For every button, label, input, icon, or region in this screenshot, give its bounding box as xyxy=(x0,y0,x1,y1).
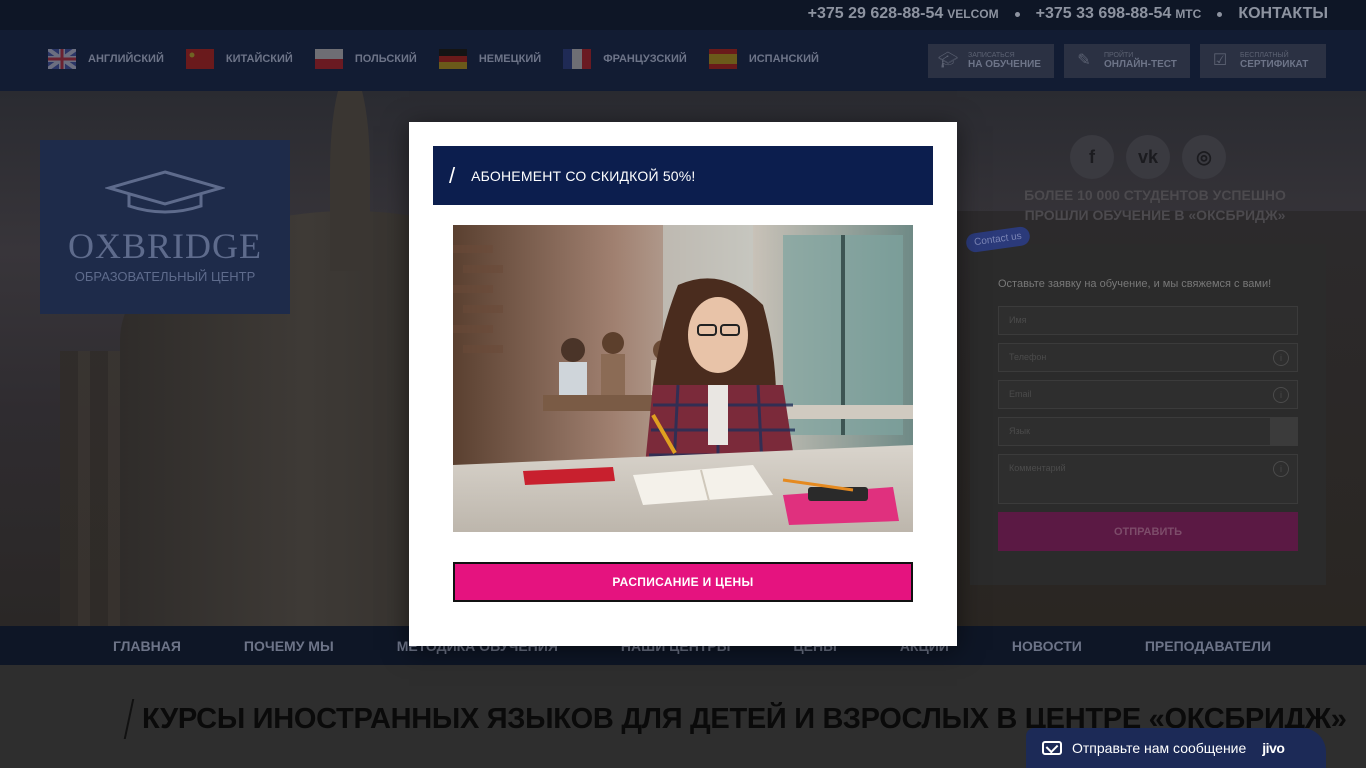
contact-form: Contact us Оставьте заявку на обучение, … xyxy=(964,225,1326,585)
calendar-check-icon: ☑ xyxy=(1212,52,1228,69)
lang-chinese[interactable]: КИТАЙСКИЙ xyxy=(185,49,293,69)
promo-image xyxy=(453,225,913,532)
nav-home[interactable]: ГЛАВНАЯ xyxy=(113,638,181,654)
france-flag-icon xyxy=(563,49,592,69)
contacts-link[interactable]: КОНТАКТЫ xyxy=(1238,5,1328,23)
lang-english[interactable]: АНГЛИЙСКИЙ xyxy=(48,49,164,69)
instagram-icon[interactable]: ◎ xyxy=(1182,135,1226,179)
germany-flag-icon xyxy=(438,49,467,69)
language-select[interactable]: Язык xyxy=(998,417,1298,446)
nav-teachers[interactable]: ПРЕПОДАВАТЕЛИ xyxy=(1145,638,1271,654)
modal-header: / АБОНЕМЕНТ СО СКИДКОЙ 50%! xyxy=(433,146,933,205)
poland-flag-icon xyxy=(314,49,343,69)
schedule-prices-button[interactable]: РАСПИСАНИЕ И ЦЕНЫ xyxy=(453,562,913,602)
graduation-cap-logo-icon xyxy=(103,170,227,221)
vk-icon[interactable]: vk xyxy=(1126,135,1170,179)
separator-dot xyxy=(1217,11,1223,17)
envelope-icon xyxy=(1042,741,1062,755)
slash-icon: / xyxy=(449,162,456,188)
chevron-down-icon xyxy=(1270,417,1298,446)
student-photo xyxy=(453,225,913,532)
comment-textarea[interactable]: Комментарий i xyxy=(998,454,1298,504)
social-links: f vk ◎ xyxy=(1070,135,1226,179)
hero-background-spire xyxy=(330,91,370,271)
email-input[interactable]: Email i xyxy=(998,380,1298,409)
china-flag-icon xyxy=(185,49,214,69)
students-tagline: БОЛЕЕ 10 000 СТУДЕНТОВ УСПЕШНО ПРОШЛИ ОБ… xyxy=(1024,187,1286,223)
submit-button[interactable]: ОТПРАВИТЬ xyxy=(998,512,1298,551)
lang-french[interactable]: ФРАНЦУЗСКИЙ xyxy=(563,49,687,69)
modal-title: АБОНЕМЕНТ СО СКИДКОЙ 50%! xyxy=(471,167,696,184)
phone-velcom-link[interactable]: +375 29 628-88-54 VELCOM xyxy=(808,5,999,23)
certificate-button[interactable]: ☑ бесплатный СЕРТИФИКАТ xyxy=(1200,44,1326,78)
language-bar: АНГЛИЙСКИЙ КИТАЙСКИЙ ПОЛЬСКИЙ НЕМЕЦКИЙ Ф… xyxy=(0,30,1366,91)
facebook-icon[interactable]: f xyxy=(1070,135,1114,179)
lang-german[interactable]: НЕМЕЦКИЙ xyxy=(438,49,541,69)
chat-message: Отправьте нам сообщение xyxy=(1072,740,1247,756)
form-title: Оставьте заявку на обучение, и мы свяжем… xyxy=(998,278,1272,290)
info-icon: i xyxy=(1273,461,1289,477)
phone-list: +375 29 628-88-54 VELCOM +375 33 698-88-5… xyxy=(808,5,1328,23)
uk-flag-icon xyxy=(48,49,76,69)
lang-polish[interactable]: ПОЛЬСКИЙ xyxy=(314,49,417,69)
phone-mts-link[interactable]: +375 33 698-88-54 МТС xyxy=(1036,5,1202,23)
online-test-button[interactable]: ✎ пройти ОНЛАЙН-ТЕСТ xyxy=(1064,44,1190,78)
chat-widget[interactable]: Отправьте нам сообщение jivo xyxy=(1026,728,1326,768)
info-icon: i xyxy=(1273,350,1289,366)
pencil-square-icon: ✎ xyxy=(1077,52,1091,69)
nav-why-us[interactable]: ПОЧЕМУ МЫ xyxy=(244,638,334,654)
name-input[interactable]: Имя xyxy=(998,306,1298,335)
promo-modal: × / АБОНЕМЕНТ СО СКИДКОЙ 50%! xyxy=(409,122,957,646)
graduation-cap-icon: 🎓︎ xyxy=(938,52,959,69)
title-slash-decoration xyxy=(123,699,135,739)
top-bar: +375 29 628-88-54 VELCOM +375 33 698-88-5… xyxy=(0,0,1366,30)
info-icon: i xyxy=(1273,387,1289,403)
language-list: АНГЛИЙСКИЙ КИТАЙСКИЙ ПОЛЬСКИЙ НЕМЕЦКИЙ Ф… xyxy=(48,49,841,69)
nav-news[interactable]: НОВОСТИ xyxy=(1012,638,1082,654)
lang-spanish[interactable]: ИСПАНСКИЙ xyxy=(708,49,819,69)
enroll-button[interactable]: 🎓︎ записаться НА ОБУЧЕНИЕ xyxy=(928,44,1054,78)
jivo-logo: jivo xyxy=(1262,740,1285,756)
separator-dot xyxy=(1014,11,1020,17)
site-logo[interactable]: OXBRIDGE ОБРАЗОВАТЕЛЬНЫЙ ЦЕНТР xyxy=(40,140,290,314)
phone-input[interactable]: Телефон i xyxy=(998,343,1298,372)
action-buttons: 🎓︎ записаться НА ОБУЧЕНИЕ ✎ пройти ОНЛАЙ… xyxy=(928,44,1326,78)
spain-flag-icon xyxy=(708,49,737,69)
